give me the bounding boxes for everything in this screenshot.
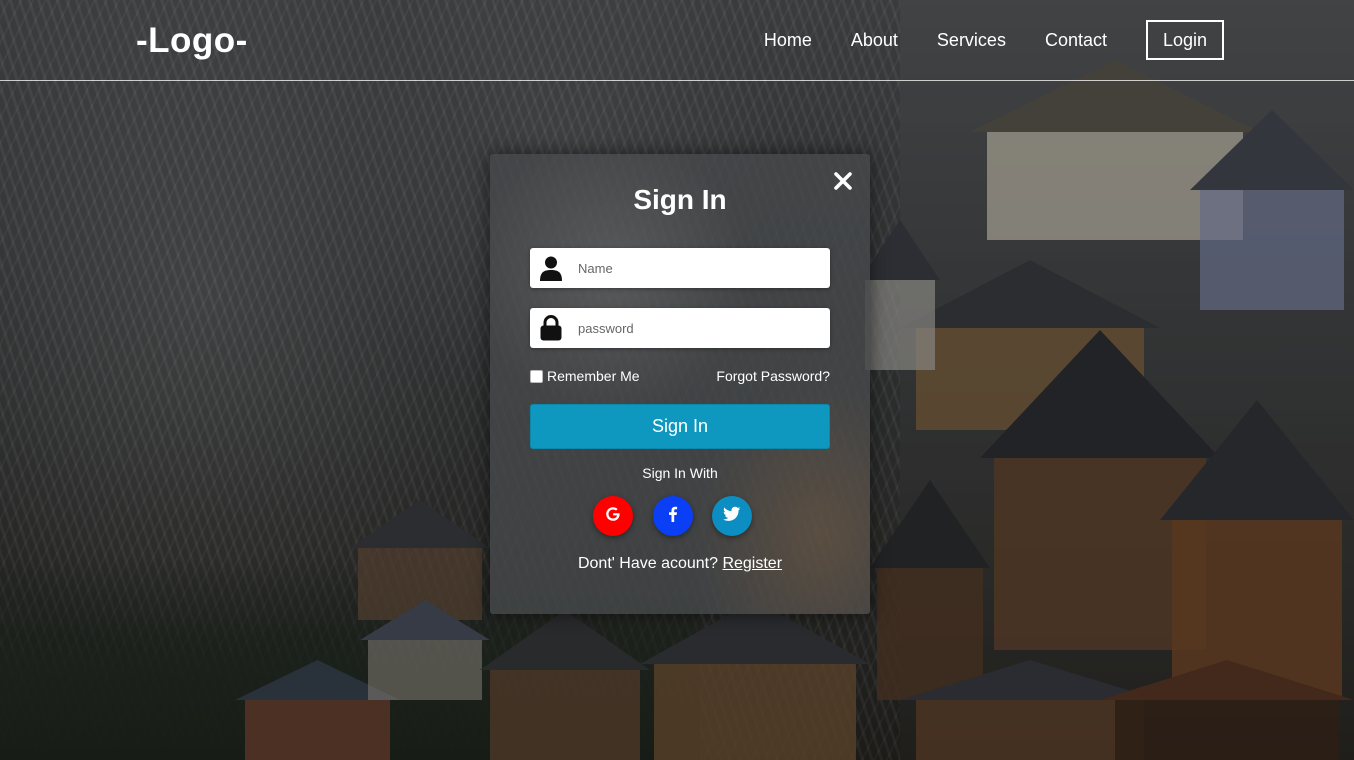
name-input[interactable] (578, 248, 823, 288)
remember-label[interactable]: Remember Me (547, 368, 640, 384)
facebook-icon (664, 505, 682, 528)
nav-contact-link[interactable]: Contact (1045, 30, 1107, 51)
lock-icon (539, 315, 563, 341)
forgot-password-link[interactable]: Forgot Password? (716, 368, 830, 384)
password-input[interactable] (578, 308, 823, 348)
register-prompt-text: Dont' Have acount? (577, 555, 718, 572)
social-buttons (593, 496, 753, 536)
facebook-button[interactable] (653, 496, 693, 536)
twitter-button[interactable] (712, 496, 752, 536)
twitter-icon (723, 505, 741, 528)
modal-title: Sign In (633, 184, 727, 215)
register-link[interactable]: Register (722, 555, 782, 572)
nav-home-link[interactable]: Home (764, 30, 812, 51)
remember-me: Remember Me (530, 368, 640, 384)
sign-in-modal: Sign In Remember Me Forgot Password? Sig… (490, 154, 870, 614)
nav-about-link[interactable]: About (851, 30, 898, 51)
name-field[interactable] (530, 248, 830, 288)
remember-checkbox[interactable] (530, 369, 543, 383)
logo[interactable]: -Logo- (136, 21, 248, 61)
register-prompt: Dont' Have acount? Register (490, 555, 870, 573)
nav-services-link[interactable]: Services (937, 30, 1006, 51)
sign-in-button[interactable]: Sign In (530, 404, 830, 449)
sign-in-with-label: Sign In With (642, 465, 718, 481)
google-button[interactable] (593, 496, 633, 536)
main-nav: Home About Services Contact Login (725, 20, 1224, 60)
google-icon (604, 505, 622, 528)
password-field[interactable] (530, 308, 830, 348)
site-header: -Logo- Home About Services Contact Login (0, 0, 1354, 81)
login-button[interactable]: Login (1146, 20, 1224, 60)
user-icon (539, 255, 563, 281)
